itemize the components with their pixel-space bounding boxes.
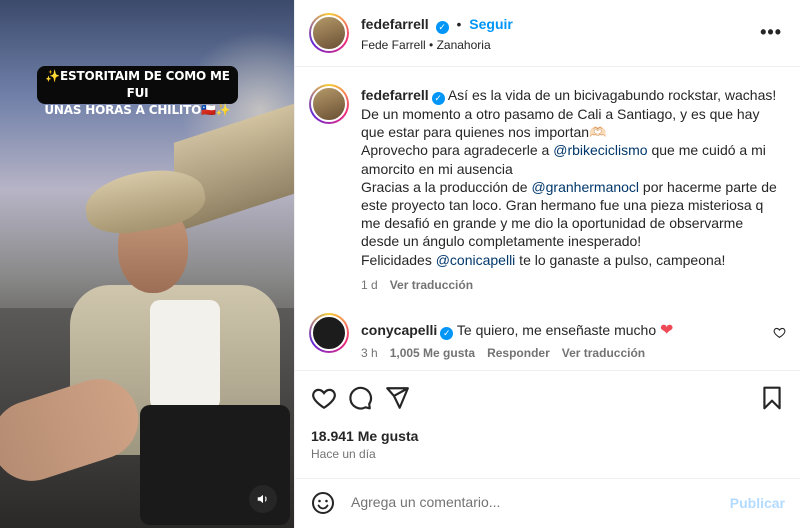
comment-body: Te quiero, me enseñaste mucho	[456, 322, 657, 338]
author-subline: Fede Farrell • Zanahoria	[361, 38, 491, 52]
publish-button[interactable]: Publicar	[730, 495, 785, 511]
caption-paragraph-4-post: te lo ganaste a pulso, campeona!	[515, 251, 726, 268]
follow-button[interactable]: Seguir	[469, 16, 513, 32]
comment-reply-button[interactable]: Responder	[487, 346, 550, 360]
comment-meta: 3 h 1,005 Me gusta Responder Ver traducción	[361, 346, 645, 360]
audio-name[interactable]: Zanahoria	[437, 38, 491, 52]
caption-avatar[interactable]	[309, 84, 349, 124]
verified-badge-icon: ✓	[435, 21, 449, 34]
mention-link[interactable]: @conicapelli	[436, 252, 516, 268]
mention-link[interactable]: @rbikeciclismo	[553, 142, 647, 158]
post-side-panel: fedefarrell ✓ • Seguir Fede Farrell • Za…	[294, 0, 800, 528]
author-full-name: Fede Farrell	[361, 38, 426, 52]
action-bar	[295, 370, 800, 428]
comment-translate-link[interactable]: Ver traducción	[562, 346, 645, 360]
emoji-icon[interactable]	[311, 491, 335, 515]
author-username[interactable]: fedefarrell	[361, 16, 429, 32]
comment-input[interactable]	[351, 494, 711, 510]
caption-translate-link[interactable]: Ver traducción	[390, 278, 473, 292]
comment-age: 3 h	[361, 346, 378, 360]
comment-composer: Publicar	[295, 478, 800, 528]
likes-count[interactable]: 18.941 Me gusta	[311, 428, 418, 444]
post-media[interactable]: ✨ESTORITAIM DE COMO ME FUI UNAS HORAS A …	[0, 0, 294, 528]
verified-badge-icon: ✓	[431, 92, 445, 105]
caption-age: 1 d	[361, 278, 378, 292]
mention-link[interactable]: @granhermanocl	[531, 179, 639, 195]
caption-paragraph-4-pre: Felicidades	[361, 251, 436, 268]
comment: conycapelli ✓ Te quiero, me enseñaste muc…	[361, 320, 673, 340]
commenter-avatar[interactable]	[309, 313, 349, 353]
share-send-icon[interactable]	[384, 385, 410, 411]
comment-bubble-icon[interactable]	[347, 385, 373, 411]
mute-button[interactable]	[249, 485, 277, 513]
like-heart-icon[interactable]	[311, 385, 337, 411]
red-heart-emoji: ❤	[660, 322, 674, 339]
separator-dot: •	[456, 16, 462, 32]
story-caption-line-2: UNAS HORAS A CHILITO🇨🇱✨	[44, 103, 231, 117]
author-line: fedefarrell ✓ • Seguir	[361, 16, 513, 34]
caption-text: fedefarrell ✓ Así es la vida de un biciva…	[361, 86, 781, 269]
caption-meta: 1 d Ver traducción	[361, 278, 473, 292]
separator-dot: •	[429, 38, 434, 52]
post-time: Hace un día	[311, 447, 376, 461]
commenter-username[interactable]: conycapelli	[361, 322, 437, 338]
more-options-icon[interactable]: •••	[760, 22, 782, 43]
verified-badge-icon: ✓	[440, 327, 454, 340]
caption-paragraph-3-pre: Gracias a la producción de	[361, 178, 532, 195]
comment-like-heart-icon[interactable]	[773, 326, 786, 339]
media-tee	[150, 300, 220, 410]
comment-likes[interactable]: 1,005 Me gusta	[390, 346, 475, 360]
story-caption: ✨ESTORITAIM DE COMO ME FUI UNAS HORAS A …	[37, 66, 238, 117]
speaker-icon	[257, 494, 267, 504]
author-avatar[interactable]	[309, 13, 349, 53]
caption-paragraph-2-pre: Aprovecho para agradecerle a	[361, 142, 554, 159]
post-header: fedefarrell ✓ • Seguir Fede Farrell • Za…	[295, 0, 800, 67]
caption-username[interactable]: fedefarrell	[361, 87, 429, 103]
save-bookmark-icon[interactable]	[759, 385, 785, 411]
story-caption-line-1: ✨ESTORITAIM DE COMO ME FUI	[45, 69, 230, 100]
